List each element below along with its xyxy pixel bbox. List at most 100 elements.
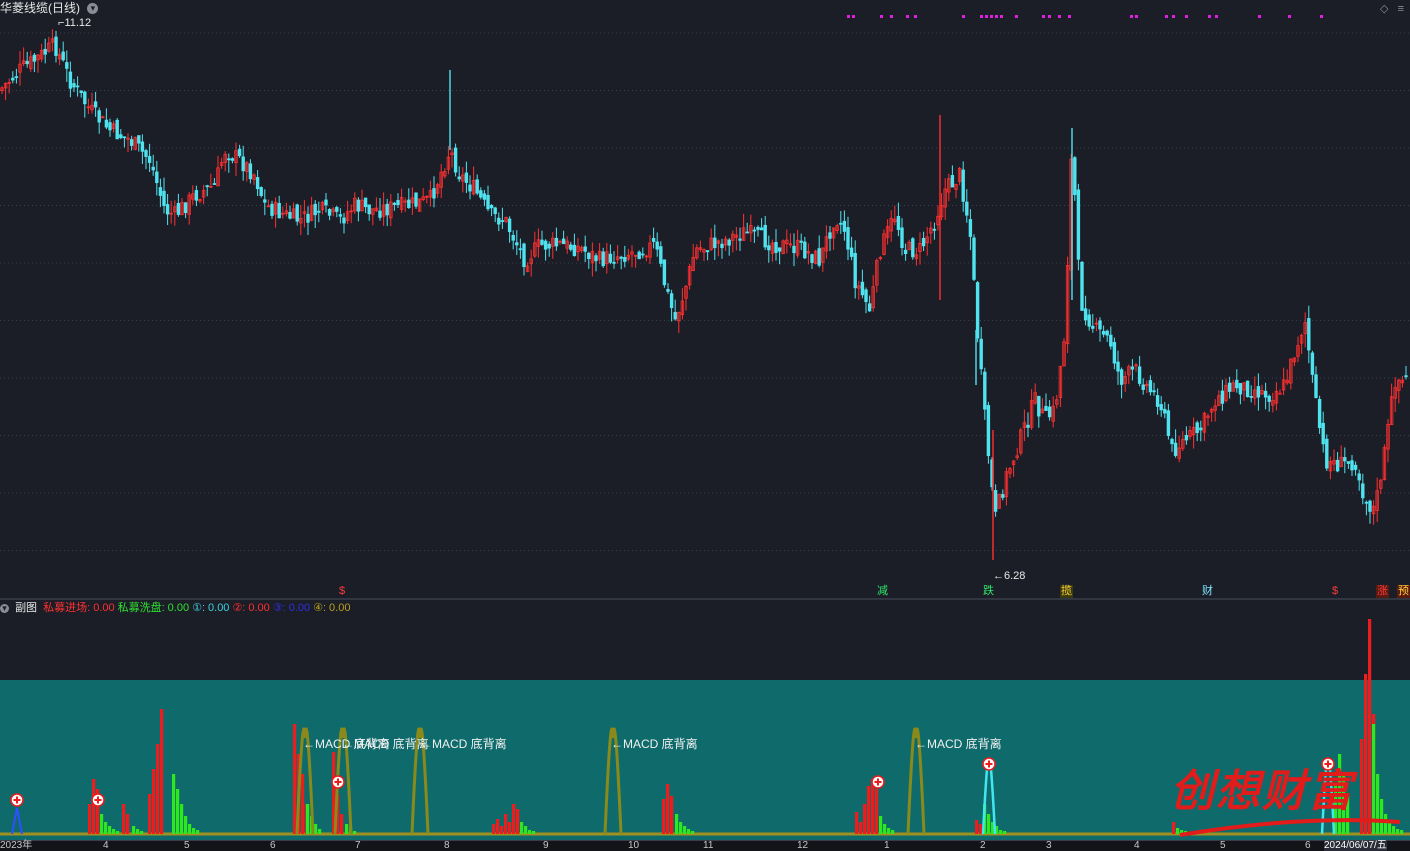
candle xyxy=(187,191,191,225)
red-bar xyxy=(666,784,670,834)
candle xyxy=(788,233,793,248)
candlestick-chart[interactable] xyxy=(0,0,1410,600)
candle xyxy=(1026,412,1030,438)
green-bar xyxy=(345,824,349,834)
candle xyxy=(327,208,332,221)
candle xyxy=(1145,380,1149,394)
red-bar xyxy=(1172,822,1176,834)
red-bar xyxy=(496,819,500,834)
candle xyxy=(813,249,818,265)
candle xyxy=(907,239,911,251)
green-bar xyxy=(691,831,695,834)
candle xyxy=(993,484,998,517)
candle xyxy=(666,283,670,294)
candle xyxy=(1238,383,1243,405)
candle xyxy=(864,287,868,314)
red-bar xyxy=(293,724,297,834)
stock-title[interactable]: 华菱线缆(日线) xyxy=(0,1,80,15)
candle xyxy=(716,239,721,257)
candle xyxy=(727,238,731,256)
candle xyxy=(889,210,893,242)
candle xyxy=(533,231,537,258)
candles xyxy=(0,29,1408,525)
candle xyxy=(237,144,242,158)
candle xyxy=(1235,369,1239,393)
settings-icon[interactable]: ≡ xyxy=(1398,3,1404,15)
indicator-value: 0.00 xyxy=(248,602,270,614)
candle xyxy=(331,207,335,217)
candle xyxy=(479,187,483,200)
red-bar xyxy=(160,709,164,834)
green-bar xyxy=(883,824,887,834)
green-bar xyxy=(140,831,144,834)
candle xyxy=(169,200,173,224)
candle xyxy=(432,176,436,208)
red-bar xyxy=(975,820,979,834)
candle xyxy=(137,135,141,152)
candle xyxy=(1209,407,1214,422)
candle xyxy=(965,189,969,223)
signal-dot xyxy=(1258,15,1261,18)
candle xyxy=(1397,378,1401,404)
chevron-down-icon[interactable]: ▾ xyxy=(87,3,99,15)
candle xyxy=(1087,309,1091,331)
green-bar xyxy=(1176,828,1180,834)
signal-dot xyxy=(914,15,917,18)
green-bar xyxy=(1003,831,1007,834)
candle xyxy=(673,299,677,321)
diamond-icon[interactable]: ◇ xyxy=(1380,3,1388,15)
green-bar xyxy=(196,830,200,834)
candle xyxy=(723,235,728,251)
candle xyxy=(392,201,397,211)
indicator-label: 私募洗盘: xyxy=(117,602,165,614)
green-bar xyxy=(879,816,883,834)
chevron-down-icon[interactable]: ▾ xyxy=(0,603,9,613)
candle xyxy=(1249,385,1253,403)
candle xyxy=(14,68,19,84)
candle xyxy=(353,192,357,214)
indicator-title[interactable]: 副图 xyxy=(15,602,37,614)
red-bar xyxy=(516,809,520,834)
candle xyxy=(295,203,299,226)
candle xyxy=(50,29,55,52)
candle xyxy=(972,234,976,281)
candle xyxy=(763,215,767,250)
candle xyxy=(1296,336,1300,362)
candle xyxy=(227,153,231,173)
candle xyxy=(309,196,314,222)
red-bar xyxy=(492,824,496,834)
candle xyxy=(1040,398,1045,414)
candle xyxy=(756,225,760,237)
red-bar xyxy=(148,794,152,834)
candle xyxy=(576,238,580,261)
red-bar xyxy=(1364,674,1368,834)
candle xyxy=(108,118,112,137)
candle xyxy=(1033,383,1037,405)
candle xyxy=(1141,378,1145,395)
candle xyxy=(839,210,843,234)
candle xyxy=(803,236,807,260)
candle xyxy=(399,188,404,213)
candle xyxy=(1317,395,1322,434)
green-bar xyxy=(112,829,116,834)
candle xyxy=(140,134,145,164)
candle xyxy=(903,243,908,261)
candle xyxy=(277,195,281,219)
candle xyxy=(86,98,91,115)
candle xyxy=(25,51,29,68)
candle xyxy=(893,205,897,226)
candle xyxy=(155,160,159,196)
green-bar xyxy=(188,824,192,834)
candle xyxy=(774,229,778,261)
candle xyxy=(1101,325,1106,338)
candle xyxy=(263,189,267,216)
candle xyxy=(389,193,393,227)
candle xyxy=(885,219,890,245)
candle xyxy=(1292,357,1297,367)
candle xyxy=(795,229,800,259)
candle xyxy=(1191,417,1196,449)
candle xyxy=(320,200,325,215)
candle xyxy=(39,43,44,63)
candle xyxy=(75,76,80,97)
signal-dot xyxy=(990,15,993,18)
